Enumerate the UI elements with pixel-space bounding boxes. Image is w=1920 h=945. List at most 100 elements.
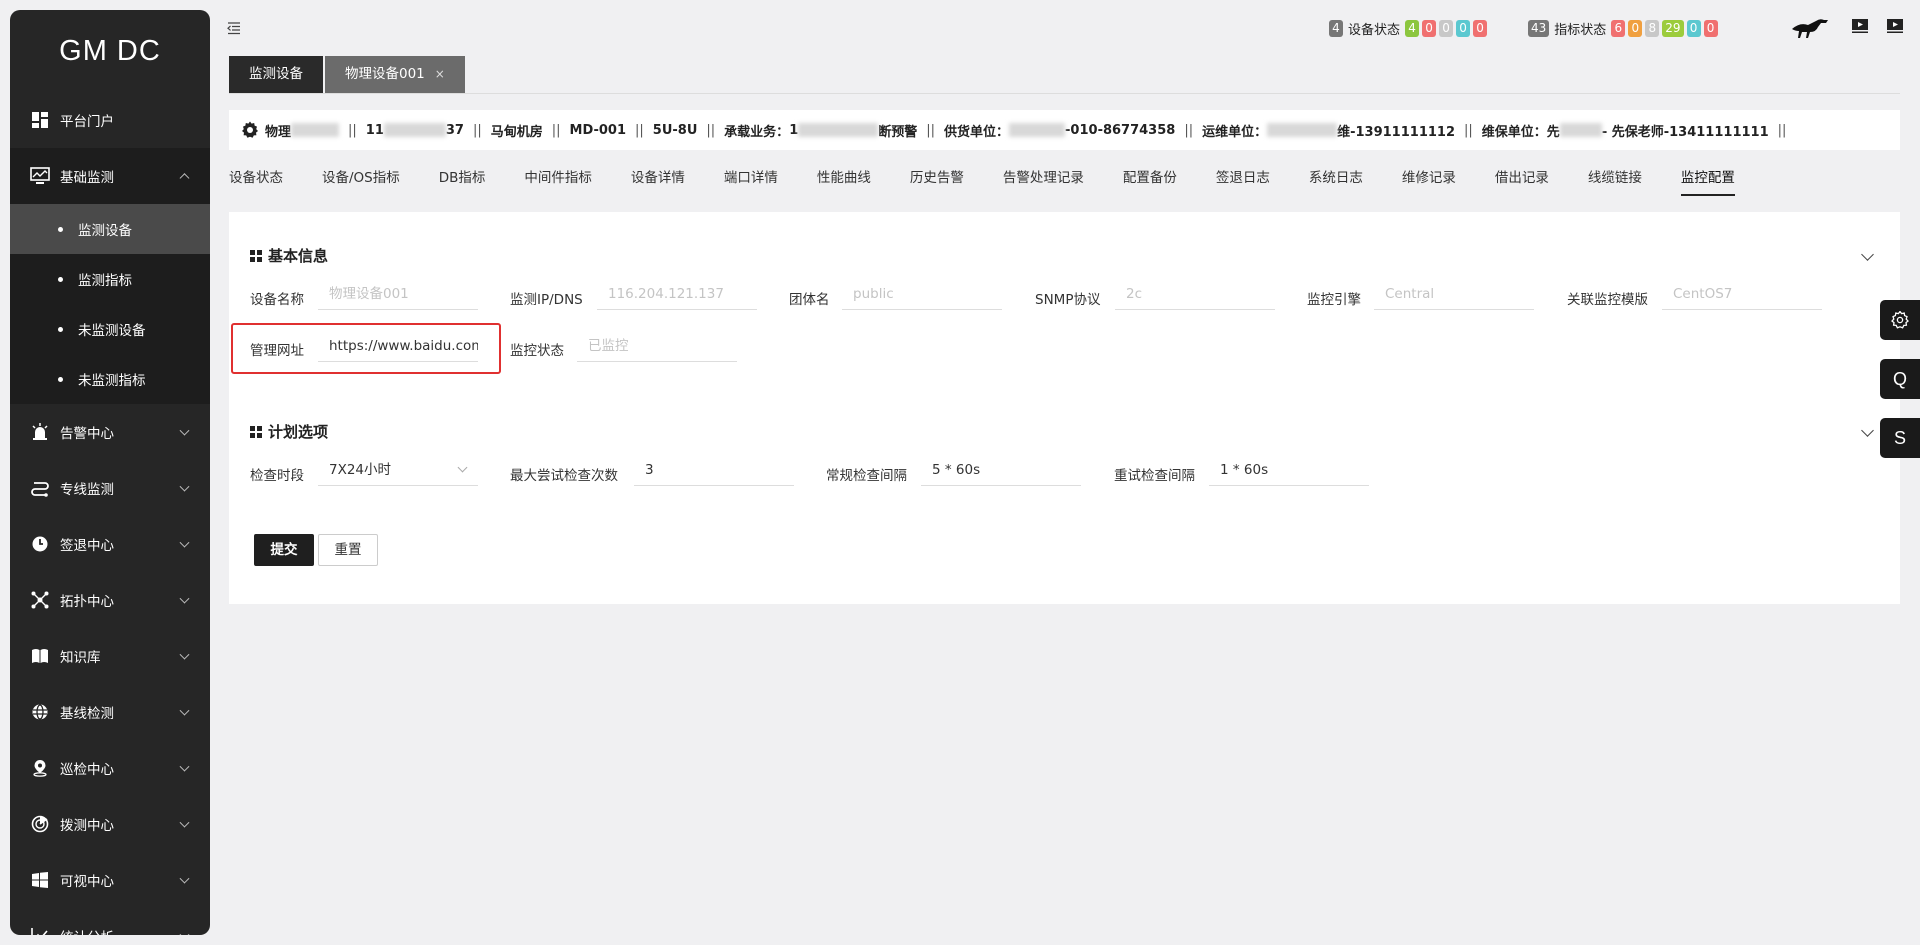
dashboard-icon [30, 110, 50, 130]
sidebar-subitem-monitored-devices[interactable]: 监测设备 [10, 204, 210, 254]
max-attempts-label: 最大尝试检查次数 [510, 468, 618, 484]
dinosaur-logo-icon[interactable] [1790, 16, 1830, 44]
status-badge: 8 [1645, 20, 1660, 37]
sidebar-item-dial-test-center[interactable]: 拨测中心 [10, 796, 210, 852]
period-select[interactable]: 7X24小时 [318, 454, 478, 486]
reset-button[interactable]: 重置 [318, 534, 378, 566]
metric-status-group[interactable]: 43 指标状态 6 0 8 29 0 0 [1528, 19, 1721, 38]
chevron-down-icon [457, 462, 468, 473]
status-badge: 0 [1686, 20, 1701, 37]
sidebar-item-signout-center[interactable]: 签退中心 [10, 516, 210, 572]
monitor-status-field[interactable]: 已监控 [577, 330, 737, 362]
detail-subnav: 设备状态 设备/OS指标 DB指标 中间件指标 设备详情 端口详情 性能曲线 历… [229, 166, 1774, 196]
status-badge: 0 [1439, 20, 1454, 37]
chevron-down-icon [179, 537, 190, 548]
chevron-down-icon [179, 649, 190, 660]
subnav-loan-records[interactable]: 借出记录 [1495, 166, 1549, 196]
tab-label: 物理设备001 [345, 66, 425, 82]
chevron-down-icon[interactable] [1861, 248, 1874, 261]
subnav-db-metrics[interactable]: DB指标 [439, 166, 486, 196]
sidebar-subitem-unmonitored-metrics[interactable]: 未监测指标 [10, 354, 210, 404]
engine-field[interactable]: Central [1374, 278, 1534, 310]
settings-float-button[interactable] [1880, 300, 1920, 340]
subnav-device-os-metrics[interactable]: 设备/OS指标 [322, 166, 400, 196]
template-field[interactable]: CentOS7 [1662, 278, 1822, 310]
max-attempts-field[interactable]: 3 [634, 454, 794, 486]
menu-collapse-icon[interactable] [226, 20, 242, 36]
s-float-button[interactable]: S [1880, 418, 1920, 458]
sidebar-item-line-monitoring[interactable]: 专线监测 [10, 460, 210, 516]
globe-icon [30, 702, 50, 722]
info-separator: || [706, 122, 716, 138]
subnav-alarm-history[interactable]: 历史告警 [910, 166, 964, 196]
ip-field[interactable]: 116.204.121.137 [597, 278, 757, 310]
sidebar-item-basic-monitoring[interactable]: 基础监测 [10, 148, 210, 204]
sidebar-item-label: 统计分析 [60, 926, 114, 935]
subnav-device-status[interactable]: 设备状态 [229, 166, 283, 196]
ip-label: 监测IP/DNS [510, 292, 583, 308]
subnav-signout-log[interactable]: 签退日志 [1216, 166, 1270, 196]
sidebar-item-statistics[interactable]: 统计分析 [10, 908, 210, 935]
sidebar-item-inspection-center[interactable]: 巡检中心 [10, 740, 210, 796]
radar-icon [30, 814, 50, 834]
windows-icon [30, 870, 50, 890]
info-separator: || [926, 122, 936, 138]
screen-play-icon[interactable] [1886, 18, 1904, 38]
chevron-down-icon [179, 873, 190, 884]
info-separator: || [551, 122, 561, 138]
chevron-up-icon [179, 173, 190, 184]
info-supplier-label: 供货单位： [944, 124, 1010, 140]
status-badge: 0 [1703, 20, 1718, 37]
subnav-system-log[interactable]: 系统日志 [1309, 166, 1363, 196]
sidebar-item-topology-center[interactable]: 拓扑中心 [10, 572, 210, 628]
info-separator: || [1777, 122, 1787, 138]
info-business-label: 承载业务： [724, 124, 790, 140]
retry-interval-field[interactable]: 1 * 60s [1209, 454, 1369, 486]
book-icon [30, 646, 50, 666]
monitor-status-label: 监控状态 [510, 343, 564, 359]
subnav-repair-records[interactable]: 维修记录 [1402, 166, 1456, 196]
chevron-down-icon[interactable] [1861, 424, 1874, 437]
gear-icon[interactable] [241, 121, 259, 139]
subnav-port-details[interactable]: 端口详情 [724, 166, 778, 196]
community-field[interactable]: public [842, 278, 1002, 310]
management-url-field[interactable]: https://www.baidu.com [318, 330, 478, 362]
subnav-cable-links[interactable]: 线缆链接 [1588, 166, 1642, 196]
close-icon[interactable]: × [435, 67, 445, 81]
status-badge: 0 [1456, 20, 1471, 37]
device-name-label: 设备名称 [250, 292, 304, 308]
video-play-icon[interactable] [1851, 18, 1869, 38]
sidebar-item-portal[interactable]: 平台门户 [10, 92, 210, 148]
sidebar-item-label: 知识库 [60, 650, 101, 666]
grid-icon [250, 425, 262, 438]
subnav-device-details[interactable]: 设备详情 [631, 166, 685, 196]
q-float-button[interactable]: Q [1880, 359, 1920, 399]
device-name-field[interactable]: 物理设备001 [318, 278, 478, 310]
period-label: 检查时段 [250, 468, 304, 484]
device-status-group[interactable]: 4 设备状态 4 0 0 0 0 [1329, 19, 1490, 38]
sidebar-item-visual-center[interactable]: 可视中心 [10, 852, 210, 908]
normal-interval-field[interactable]: 5 * 60s [921, 454, 1081, 486]
snmp-field[interactable]: 2c [1115, 278, 1275, 310]
chevron-down-icon [179, 929, 190, 935]
sidebar-item-label: 可视中心 [60, 874, 114, 890]
subnav-performance-curve[interactable]: 性能曲线 [817, 166, 871, 196]
sidebar-item-alarm-center[interactable]: 告警中心 [10, 404, 210, 460]
sidebar-item-baseline-check[interactable]: 基线检测 [10, 684, 210, 740]
sidebar-subitem-unmonitored-devices[interactable]: 未监测设备 [10, 304, 210, 354]
subnav-config-backup[interactable]: 配置备份 [1123, 166, 1177, 196]
sidebar-item-knowledge-base[interactable]: 知识库 [10, 628, 210, 684]
info-supplier-value: -010-86774358 [1065, 122, 1176, 138]
sidebar-item-label: 告警中心 [60, 426, 114, 442]
info-room: 马甸机房 [490, 124, 543, 140]
device-status-total-badge: 4 [1329, 20, 1343, 37]
sidebar-subitem-monitored-metrics[interactable]: 监测指标 [10, 254, 210, 304]
tab-physical-device[interactable]: 物理设备001 × [325, 56, 465, 93]
tab-monitored-devices[interactable]: 监测设备 [229, 56, 323, 93]
submit-button[interactable]: 提交 [254, 534, 314, 566]
subnav-monitor-config[interactable]: 监控配置 [1680, 166, 1735, 196]
subnav-alarm-handling-records[interactable]: 告警处理记录 [1003, 166, 1084, 196]
tabs-divider [229, 93, 1900, 94]
normal-interval-label: 常规检查间隔 [826, 468, 907, 484]
subnav-middleware-metrics[interactable]: 中间件指标 [524, 166, 592, 196]
